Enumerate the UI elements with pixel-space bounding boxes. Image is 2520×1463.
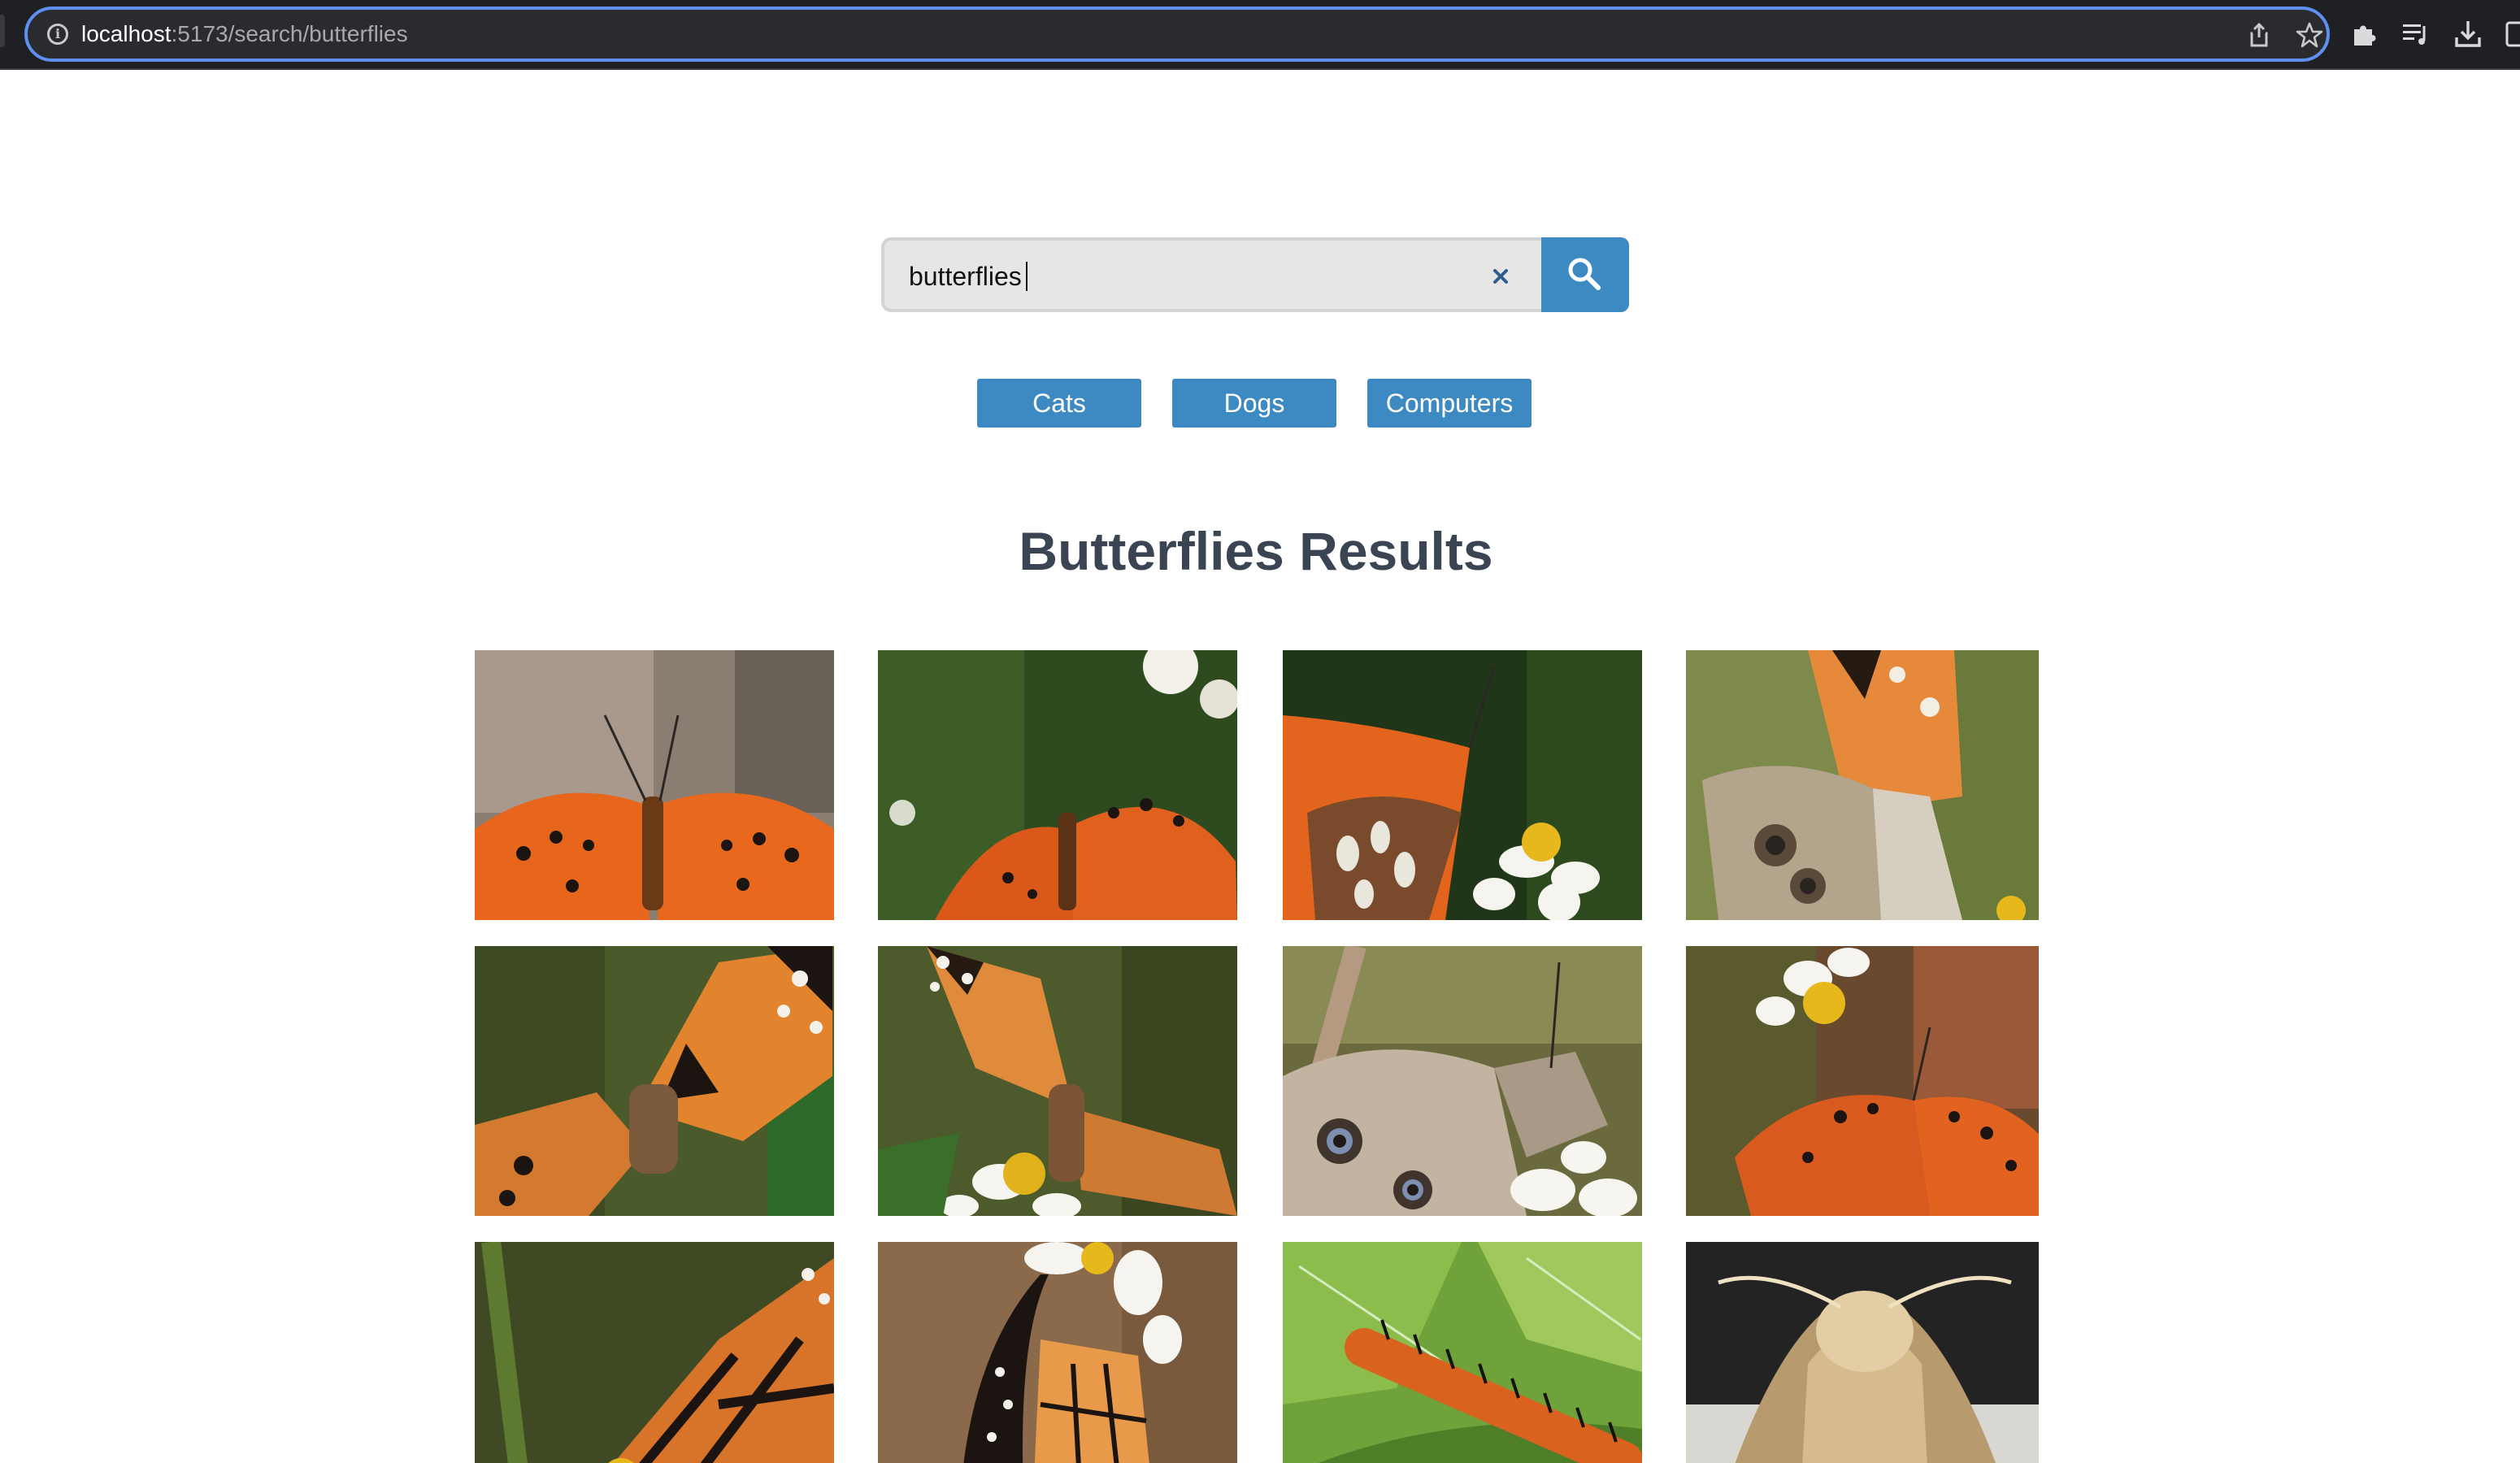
result-image[interactable] (1686, 1242, 2039, 1463)
butterfly-image (1686, 946, 2039, 1216)
caterpillar-image (1283, 1242, 1642, 1463)
browser-toolbar: i localhost:5173/search/butterflies (0, 0, 2520, 70)
butterfly-image (878, 946, 1237, 1216)
butterfly-image (1283, 946, 1642, 1216)
category-buttons: Cats Dogs Computers (977, 379, 1548, 428)
category-button-computers[interactable]: Computers (1367, 379, 1532, 428)
butterfly-image (878, 650, 1237, 920)
search-bar (881, 237, 1629, 312)
search-icon (1568, 258, 1601, 290)
search-field-container[interactable] (881, 237, 1549, 312)
clear-search-icon[interactable] (1486, 262, 1515, 291)
butterfly-image (475, 650, 834, 920)
download-icon[interactable] (2452, 18, 2484, 50)
search-input[interactable] (909, 255, 1478, 297)
result-image[interactable] (878, 650, 1237, 920)
url-path: :5173/search/butterflies (171, 21, 408, 46)
butterfly-image (1283, 650, 1642, 920)
url-host: localhost (81, 21, 172, 46)
butterfly-image (475, 946, 834, 1216)
side-panel-icon[interactable] (2504, 18, 2520, 50)
result-image[interactable] (1283, 650, 1642, 920)
result-image[interactable] (1686, 946, 2039, 1216)
result-image[interactable] (475, 650, 834, 920)
result-image[interactable] (878, 1242, 1237, 1463)
results-heading: Butterflies Results (1019, 521, 1493, 581)
results-image-grid (475, 650, 2039, 1463)
result-image[interactable] (878, 946, 1237, 1216)
result-image[interactable] (1283, 946, 1642, 1216)
result-image[interactable] (1283, 1242, 1642, 1463)
category-button-dogs[interactable]: Dogs (1172, 379, 1336, 428)
search-button[interactable] (1541, 237, 1629, 312)
share-icon[interactable] (2245, 21, 2273, 49)
url-text[interactable]: localhost:5173/search/butterflies (81, 21, 408, 47)
text-caret (1026, 262, 1028, 291)
result-image[interactable] (475, 946, 834, 1216)
extensions-icon[interactable] (2348, 18, 2380, 50)
site-info-icon[interactable]: i (47, 24, 68, 45)
category-button-cats[interactable]: Cats (977, 379, 1141, 428)
bookmark-star-icon[interactable] (2296, 21, 2323, 49)
window-edge (0, 15, 5, 47)
result-image[interactable] (475, 1242, 834, 1463)
butterfly-image (475, 1242, 834, 1463)
reading-list-icon[interactable] (2400, 18, 2432, 50)
result-image[interactable] (1686, 650, 2039, 920)
address-bar[interactable]: i localhost:5173/search/butterflies (24, 7, 2330, 62)
moth-image (1686, 1242, 2039, 1463)
butterfly-image (1686, 650, 2039, 920)
butterfly-image (878, 1242, 1237, 1463)
